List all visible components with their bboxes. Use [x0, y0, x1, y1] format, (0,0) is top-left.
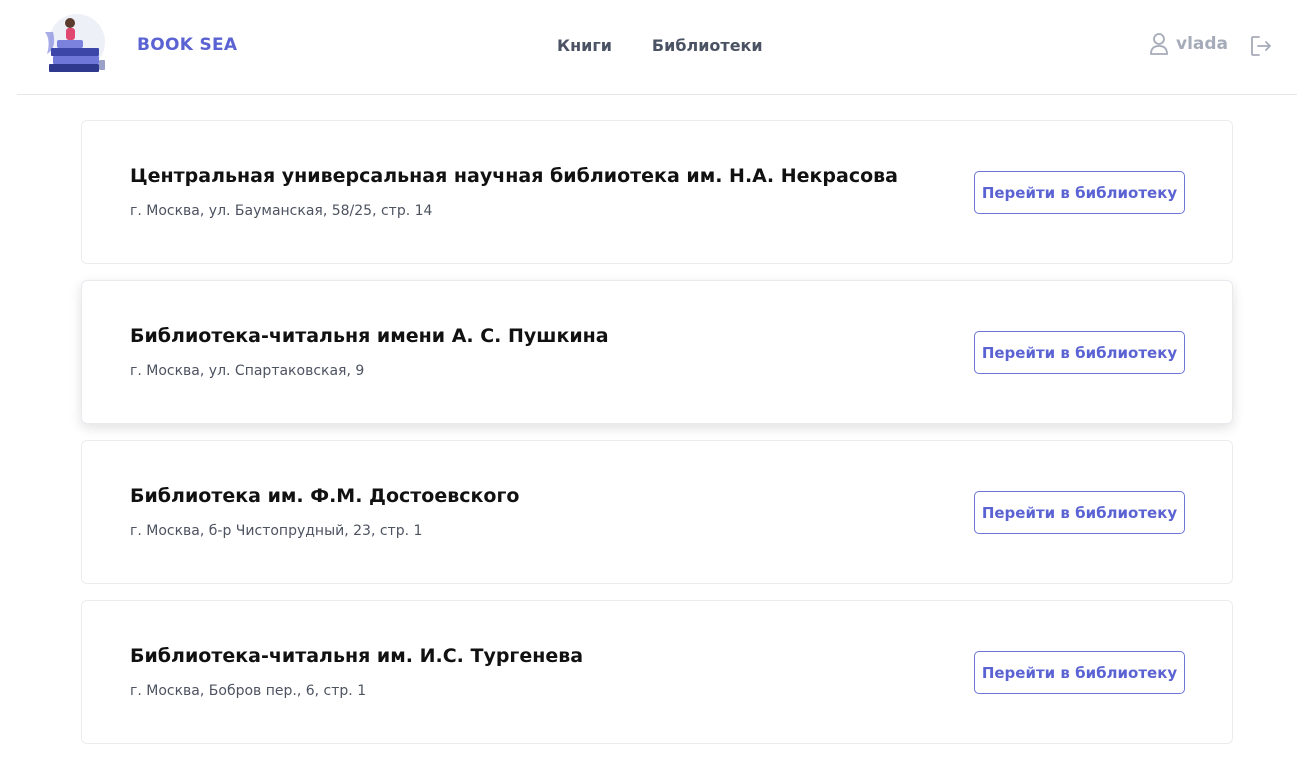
library-card: Библиотека-читальня имени А. С. Пушкина …	[81, 280, 1233, 424]
go-to-library-button[interactable]: Перейти в библиотеку	[974, 171, 1185, 214]
go-to-library-button[interactable]: Перейти в библиотеку	[974, 331, 1185, 374]
library-name: Библиотека им. Ф.М. Достоевского	[130, 485, 520, 507]
library-card: Центральная универсальная научная библио…	[81, 120, 1233, 264]
library-address: г. Москва, б-р Чистопрудный, 23, стр. 1	[130, 523, 423, 539]
go-to-library-button[interactable]: Перейти в библиотеку	[974, 491, 1185, 534]
user-menu[interactable]: vlada	[1150, 33, 1228, 55]
nav-libraries[interactable]: Библиотеки	[652, 36, 763, 55]
logout-icon[interactable]	[1249, 34, 1273, 58]
library-address: г. Москва, ул. Спартаковская, 9	[130, 363, 365, 379]
book-stack-logo[interactable]	[39, 12, 123, 78]
library-name: Библиотека-читальня имени А. С. Пушкина	[130, 325, 609, 347]
nav-books[interactable]: Книги	[557, 36, 612, 55]
library-name: Библиотека-читальня им. И.С. Тургенева	[130, 645, 584, 667]
top-header: BOOK SEA Книги Библиотеки vlada	[17, 0, 1297, 95]
library-name: Центральная универсальная научная библио…	[130, 165, 898, 187]
library-address: г. Москва, Бобров пер., 6, стр. 1	[130, 683, 367, 699]
main-nav: Книги Библиотеки	[557, 36, 763, 55]
library-list: Центральная универсальная научная библио…	[81, 120, 1233, 760]
library-address: г. Москва, ул. Бауманская, 58/25, стр. 1…	[130, 203, 433, 219]
library-card: Библиотека-читальня им. И.С. Тургенева г…	[81, 600, 1233, 744]
user-icon	[1150, 33, 1168, 55]
library-card: Библиотека им. Ф.М. Достоевского г. Моск…	[81, 440, 1233, 584]
go-to-library-button[interactable]: Перейти в библиотеку	[974, 651, 1185, 694]
user-name: vlada	[1176, 34, 1229, 54]
brand-name[interactable]: BOOK SEA	[137, 35, 237, 55]
